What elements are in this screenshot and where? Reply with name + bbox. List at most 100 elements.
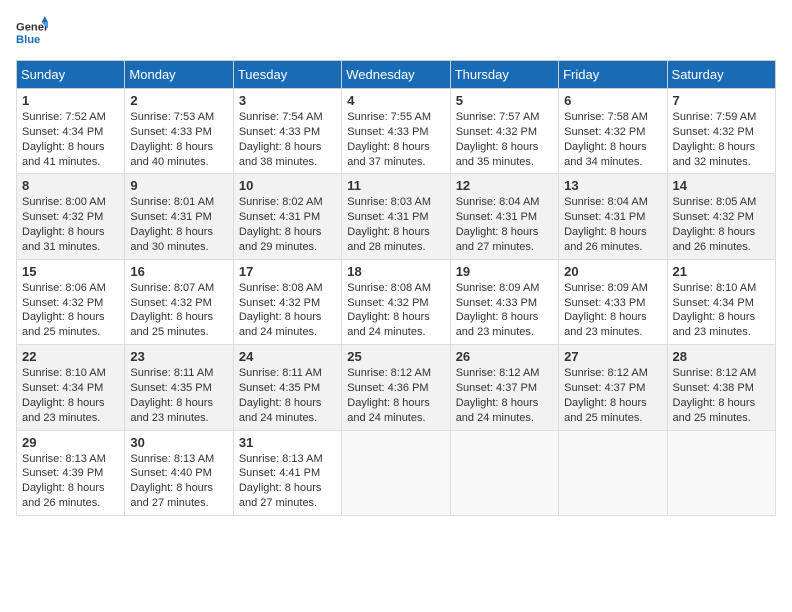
day-detail: Sunrise: 7:59 AM Sunset: 4:32 PM Dayligh… [673, 110, 770, 169]
sunset-label: Sunset: 4:39 PM [22, 467, 103, 479]
day-detail: Sunrise: 8:12 AM Sunset: 4:38 PM Dayligh… [673, 366, 770, 425]
day-detail: Sunrise: 8:04 AM Sunset: 4:31 PM Dayligh… [564, 195, 661, 254]
calendar-cell: 5 Sunrise: 7:57 AM Sunset: 4:32 PM Dayli… [450, 89, 558, 174]
calendar-cell: 3 Sunrise: 7:54 AM Sunset: 4:33 PM Dayli… [233, 89, 341, 174]
day-number: 10 [239, 178, 336, 193]
day-number: 4 [347, 93, 444, 108]
sunrise-label: Sunrise: 8:02 AM [239, 196, 323, 208]
calendar-table: SundayMondayTuesdayWednesdayThursdayFrid… [16, 60, 776, 516]
daylight-label: Daylight: 8 hours and 26 minutes. [564, 226, 647, 253]
sunset-label: Sunset: 4:33 PM [564, 297, 645, 309]
calendar-cell [342, 430, 450, 515]
day-number: 28 [673, 349, 770, 364]
calendar-cell: 26 Sunrise: 8:12 AM Sunset: 4:37 PM Dayl… [450, 345, 558, 430]
daylight-label: Daylight: 8 hours and 32 minutes. [673, 141, 756, 168]
daylight-label: Daylight: 8 hours and 23 minutes. [564, 311, 647, 338]
calendar-cell: 20 Sunrise: 8:09 AM Sunset: 4:33 PM Dayl… [559, 259, 667, 344]
calendar-cell: 14 Sunrise: 8:05 AM Sunset: 4:32 PM Dayl… [667, 174, 775, 259]
daylight-label: Daylight: 8 hours and 25 minutes. [564, 397, 647, 424]
calendar-cell [667, 430, 775, 515]
sunset-label: Sunset: 4:32 PM [456, 126, 537, 138]
day-detail: Sunrise: 8:08 AM Sunset: 4:32 PM Dayligh… [239, 281, 336, 340]
sunset-label: Sunset: 4:32 PM [239, 297, 320, 309]
logo: General Blue [16, 16, 52, 48]
daylight-label: Daylight: 8 hours and 25 minutes. [22, 311, 105, 338]
day-detail: Sunrise: 8:02 AM Sunset: 4:31 PM Dayligh… [239, 195, 336, 254]
calendar-cell: 25 Sunrise: 8:12 AM Sunset: 4:36 PM Dayl… [342, 345, 450, 430]
sunrise-label: Sunrise: 8:04 AM [564, 196, 648, 208]
daylight-label: Daylight: 8 hours and 26 minutes. [22, 482, 105, 509]
sunset-label: Sunset: 4:36 PM [347, 382, 428, 394]
day-number: 22 [22, 349, 119, 364]
calendar-cell: 4 Sunrise: 7:55 AM Sunset: 4:33 PM Dayli… [342, 89, 450, 174]
calendar-cell: 12 Sunrise: 8:04 AM Sunset: 4:31 PM Dayl… [450, 174, 558, 259]
day-detail: Sunrise: 8:03 AM Sunset: 4:31 PM Dayligh… [347, 195, 444, 254]
sunrise-label: Sunrise: 8:01 AM [130, 196, 214, 208]
day-number: 3 [239, 93, 336, 108]
sunrise-label: Sunrise: 8:08 AM [239, 282, 323, 294]
svg-text:Blue: Blue [16, 34, 40, 46]
day-of-week-header: Saturday [667, 61, 775, 89]
daylight-label: Daylight: 8 hours and 23 minutes. [456, 311, 539, 338]
daylight-label: Daylight: 8 hours and 23 minutes. [22, 397, 105, 424]
day-detail: Sunrise: 8:08 AM Sunset: 4:32 PM Dayligh… [347, 281, 444, 340]
day-number: 11 [347, 178, 444, 193]
calendar-cell: 16 Sunrise: 8:07 AM Sunset: 4:32 PM Dayl… [125, 259, 233, 344]
day-detail: Sunrise: 7:53 AM Sunset: 4:33 PM Dayligh… [130, 110, 227, 169]
sunset-label: Sunset: 4:32 PM [673, 211, 754, 223]
daylight-label: Daylight: 8 hours and 31 minutes. [22, 226, 105, 253]
day-number: 12 [456, 178, 553, 193]
sunset-label: Sunset: 4:32 PM [130, 297, 211, 309]
daylight-label: Daylight: 8 hours and 24 minutes. [347, 397, 430, 424]
sunrise-label: Sunrise: 8:04 AM [456, 196, 540, 208]
sunrise-label: Sunrise: 8:11 AM [130, 367, 213, 379]
sunrise-label: Sunrise: 8:07 AM [130, 282, 214, 294]
calendar-cell: 1 Sunrise: 7:52 AM Sunset: 4:34 PM Dayli… [17, 89, 125, 174]
calendar-cell: 29 Sunrise: 8:13 AM Sunset: 4:39 PM Dayl… [17, 430, 125, 515]
sunset-label: Sunset: 4:31 PM [130, 211, 211, 223]
daylight-label: Daylight: 8 hours and 27 minutes. [456, 226, 539, 253]
sunrise-label: Sunrise: 8:00 AM [22, 196, 106, 208]
calendar-cell: 30 Sunrise: 8:13 AM Sunset: 4:40 PM Dayl… [125, 430, 233, 515]
daylight-label: Daylight: 8 hours and 34 minutes. [564, 141, 647, 168]
day-detail: Sunrise: 7:54 AM Sunset: 4:33 PM Dayligh… [239, 110, 336, 169]
sunrise-label: Sunrise: 8:12 AM [673, 367, 757, 379]
calendar-cell: 10 Sunrise: 8:02 AM Sunset: 4:31 PM Dayl… [233, 174, 341, 259]
sunrise-label: Sunrise: 8:05 AM [673, 196, 757, 208]
day-number: 17 [239, 264, 336, 279]
calendar-cell [450, 430, 558, 515]
daylight-label: Daylight: 8 hours and 24 minutes. [456, 397, 539, 424]
sunset-label: Sunset: 4:32 PM [22, 211, 103, 223]
daylight-label: Daylight: 8 hours and 29 minutes. [239, 226, 322, 253]
calendar-cell: 19 Sunrise: 8:09 AM Sunset: 4:33 PM Dayl… [450, 259, 558, 344]
sunrise-label: Sunrise: 8:09 AM [564, 282, 648, 294]
daylight-label: Daylight: 8 hours and 27 minutes. [239, 482, 322, 509]
day-detail: Sunrise: 8:13 AM Sunset: 4:41 PM Dayligh… [239, 452, 336, 511]
sunset-label: Sunset: 4:31 PM [239, 211, 320, 223]
daylight-label: Daylight: 8 hours and 27 minutes. [130, 482, 213, 509]
day-number: 15 [22, 264, 119, 279]
day-number: 8 [22, 178, 119, 193]
sunset-label: Sunset: 4:31 PM [456, 211, 537, 223]
sunrise-label: Sunrise: 7:59 AM [673, 111, 757, 123]
calendar-week-row: 22 Sunrise: 8:10 AM Sunset: 4:34 PM Dayl… [17, 345, 776, 430]
day-detail: Sunrise: 8:04 AM Sunset: 4:31 PM Dayligh… [456, 195, 553, 254]
calendar-week-row: 15 Sunrise: 8:06 AM Sunset: 4:32 PM Dayl… [17, 259, 776, 344]
calendar-week-row: 29 Sunrise: 8:13 AM Sunset: 4:39 PM Dayl… [17, 430, 776, 515]
day-number: 20 [564, 264, 661, 279]
day-number: 24 [239, 349, 336, 364]
day-detail: Sunrise: 8:06 AM Sunset: 4:32 PM Dayligh… [22, 281, 119, 340]
day-detail: Sunrise: 8:05 AM Sunset: 4:32 PM Dayligh… [673, 195, 770, 254]
daylight-label: Daylight: 8 hours and 38 minutes. [239, 141, 322, 168]
calendar-cell: 27 Sunrise: 8:12 AM Sunset: 4:37 PM Dayl… [559, 345, 667, 430]
sunset-label: Sunset: 4:35 PM [239, 382, 320, 394]
sunset-label: Sunset: 4:32 PM [564, 126, 645, 138]
sunset-label: Sunset: 4:32 PM [673, 126, 754, 138]
daylight-label: Daylight: 8 hours and 25 minutes. [673, 397, 756, 424]
day-detail: Sunrise: 8:10 AM Sunset: 4:34 PM Dayligh… [673, 281, 770, 340]
day-detail: Sunrise: 7:58 AM Sunset: 4:32 PM Dayligh… [564, 110, 661, 169]
logo-icon: General Blue [16, 16, 48, 48]
day-detail: Sunrise: 8:13 AM Sunset: 4:39 PM Dayligh… [22, 452, 119, 511]
sunset-label: Sunset: 4:34 PM [22, 126, 103, 138]
day-of-week-row: SundayMondayTuesdayWednesdayThursdayFrid… [17, 61, 776, 89]
